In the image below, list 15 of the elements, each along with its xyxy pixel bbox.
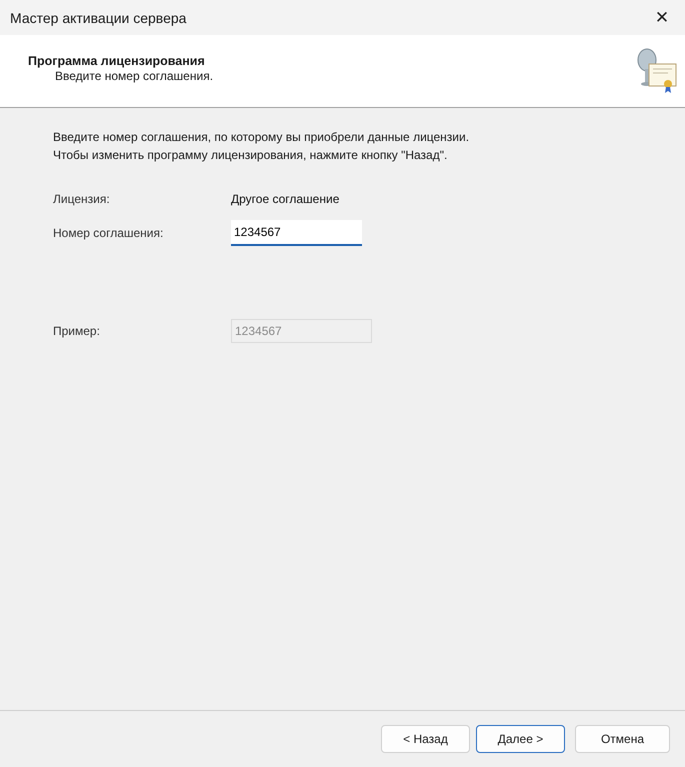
window-title: Мастер активации сервера	[10, 10, 186, 26]
instruction-text: Чтобы изменить программу лицензирования, нажмите кнопку "Назад".	[53, 147, 448, 164]
wizard-button[interactable]: < Назад	[381, 725, 470, 753]
certificate-icon	[635, 47, 677, 95]
input-field[interactable]: 1234567	[231, 220, 362, 246]
close-button[interactable]: ✕	[639, 0, 685, 35]
page-subtitle: Введите номер соглашения.	[54, 68, 214, 82]
license-value: Другое соглашение	[231, 192, 340, 206]
field-label: Лицензия:	[53, 192, 111, 206]
field-label: Пример:	[53, 324, 101, 338]
field-label: Номер соглашения:	[53, 226, 164, 240]
page-title: Программа лицензирования	[28, 54, 206, 68]
instruction-text: Введите номер соглашения, по которому вы приобрели данные лицензии.	[53, 129, 470, 146]
wizard-button[interactable]: Отмена	[575, 725, 670, 753]
wizard-button[interactable]: Далее >	[476, 725, 565, 753]
